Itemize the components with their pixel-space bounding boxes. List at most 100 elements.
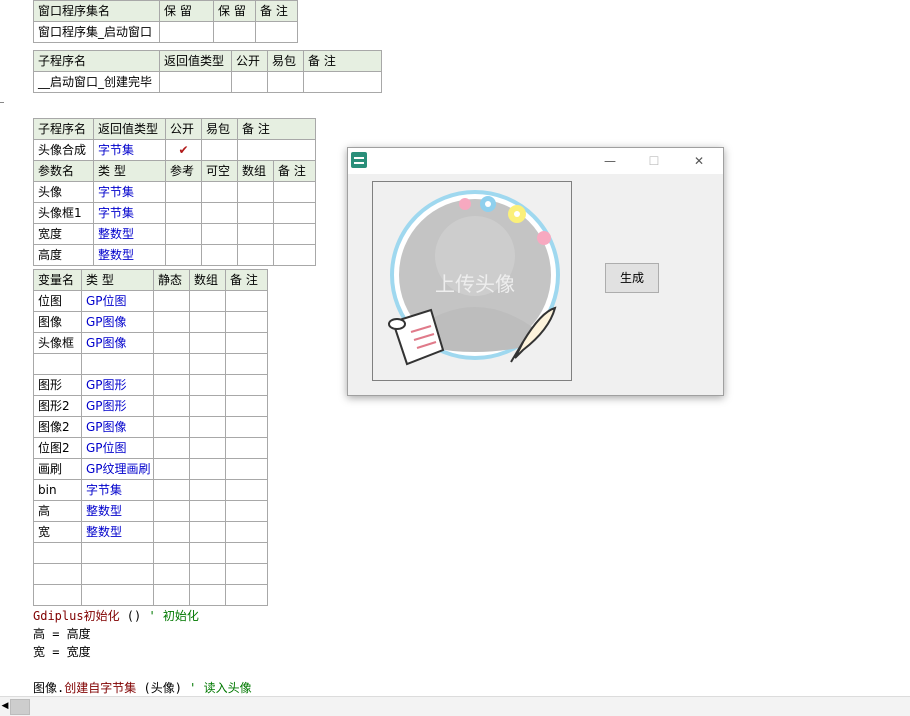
cell[interactable] — [153, 374, 190, 396]
avatar-picture-box[interactable]: 上传头像 — [372, 181, 572, 381]
assembly-name[interactable]: 窗口程序集_启动窗口 — [33, 21, 160, 43]
cell[interactable] — [153, 416, 190, 438]
cell[interactable] — [153, 311, 190, 333]
variable-name[interactable] — [33, 584, 82, 606]
cell[interactable] — [225, 521, 268, 543]
code-line-create-image[interactable]: 图像.创建自字节集 (头像) ' 读入头像 — [33, 679, 252, 697]
scroll-left-arrow-icon[interactable]: ◀ — [0, 697, 10, 716]
cell[interactable] — [272, 181, 317, 203]
variable-name[interactable]: 图像 — [33, 311, 82, 333]
cell[interactable] — [165, 202, 202, 224]
cell[interactable] — [201, 202, 238, 224]
param-name[interactable]: 宽度 — [33, 223, 94, 245]
param-name[interactable]: 高度 — [33, 244, 94, 266]
variable-type[interactable]: GP图形 — [81, 374, 154, 396]
cell[interactable] — [225, 458, 268, 480]
cell[interactable] — [153, 542, 190, 564]
variable-type[interactable] — [81, 542, 154, 564]
cell[interactable] — [267, 71, 304, 93]
cell[interactable] — [225, 395, 268, 417]
cell[interactable] — [225, 584, 268, 606]
variable-type[interactable]: GP图像 — [81, 332, 154, 354]
cell[interactable] — [153, 584, 190, 606]
cell[interactable] — [225, 332, 268, 354]
cell[interactable] — [189, 563, 226, 585]
cell[interactable] — [159, 21, 214, 43]
cell[interactable] — [225, 500, 268, 522]
variable-name[interactable] — [33, 542, 82, 564]
cell[interactable] — [189, 479, 226, 501]
cell[interactable] — [153, 332, 190, 354]
cell[interactable] — [189, 395, 226, 417]
cell[interactable] — [225, 290, 268, 312]
code-line-gdiplus-init[interactable]: Gdiplus初始化 () ' 初始化 — [33, 607, 199, 625]
cell[interactable] — [225, 479, 268, 501]
cell[interactable] — [272, 223, 317, 245]
cell[interactable] — [165, 181, 202, 203]
variable-name[interactable]: 位图 — [33, 290, 82, 312]
cell[interactable] — [255, 21, 298, 43]
cell[interactable] — [201, 139, 238, 161]
scrollbar-thumb[interactable] — [10, 699, 30, 715]
variable-type[interactable] — [81, 584, 154, 606]
param-type[interactable]: 字节集 — [93, 202, 166, 224]
cell[interactable] — [189, 374, 226, 396]
variable-type[interactable]: GP图像 — [81, 311, 154, 333]
variable-name[interactable]: 图像2 — [33, 416, 82, 438]
variable-type[interactable] — [81, 353, 154, 375]
variable-name[interactable] — [33, 563, 82, 585]
cell[interactable] — [189, 353, 226, 375]
sub-name[interactable]: __启动窗口_创建完毕 — [33, 71, 160, 93]
cell[interactable] — [225, 374, 268, 396]
variable-name[interactable] — [33, 353, 82, 375]
variable-name[interactable]: 画刷 — [33, 458, 82, 480]
variable-type[interactable]: 整数型 — [81, 521, 154, 543]
cell[interactable] — [153, 458, 190, 480]
cell[interactable] — [225, 437, 268, 459]
cell[interactable] — [153, 290, 190, 312]
variable-name[interactable]: bin — [33, 479, 82, 501]
cell[interactable] — [153, 563, 190, 585]
cell[interactable] — [236, 139, 317, 161]
sub-name[interactable]: 头像合成 — [33, 139, 94, 161]
cell[interactable] — [237, 223, 274, 245]
variable-name[interactable]: 头像框 — [33, 332, 82, 354]
cell[interactable] — [237, 244, 274, 266]
cell[interactable] — [201, 244, 238, 266]
variable-name[interactable]: 位图2 — [33, 437, 82, 459]
param-type[interactable]: 字节集 — [93, 181, 166, 203]
param-name[interactable]: 头像框1 — [33, 202, 94, 224]
variable-type[interactable] — [81, 563, 154, 585]
minimize-button[interactable]: — — [597, 151, 623, 171]
cell[interactable] — [189, 542, 226, 564]
variable-type[interactable]: 整数型 — [81, 500, 154, 522]
cell[interactable] — [272, 202, 317, 224]
variable-type[interactable]: GP位图 — [81, 437, 154, 459]
code-line-width[interactable]: 宽 = 宽度 — [33, 643, 91, 661]
cell[interactable] — [153, 521, 190, 543]
generate-button[interactable]: 生成 — [605, 263, 659, 293]
cell[interactable] — [165, 223, 202, 245]
cell[interactable] — [225, 311, 268, 333]
cell[interactable] — [165, 244, 202, 266]
cell[interactable] — [153, 437, 190, 459]
cell[interactable] — [189, 500, 226, 522]
return-type[interactable]: 字节集 — [93, 139, 166, 161]
cell[interactable] — [159, 71, 232, 93]
code-line-height[interactable]: 高 = 高度 — [33, 625, 91, 643]
variable-name[interactable]: 图形 — [33, 374, 82, 396]
cell[interactable] — [201, 223, 238, 245]
cell[interactable] — [272, 244, 317, 266]
cell[interactable] — [225, 563, 268, 585]
cell[interactable] — [153, 500, 190, 522]
cell[interactable] — [189, 290, 226, 312]
variable-name[interactable]: 高 — [33, 500, 82, 522]
cell[interactable] — [153, 479, 190, 501]
cell[interactable] — [153, 395, 190, 417]
cell[interactable] — [225, 416, 268, 438]
cell[interactable] — [189, 521, 226, 543]
cell[interactable] — [213, 21, 256, 43]
variable-type[interactable]: GP图形 — [81, 395, 154, 417]
horizontal-scrollbar[interactable]: ◀ — [0, 696, 910, 716]
cell[interactable] — [189, 416, 226, 438]
